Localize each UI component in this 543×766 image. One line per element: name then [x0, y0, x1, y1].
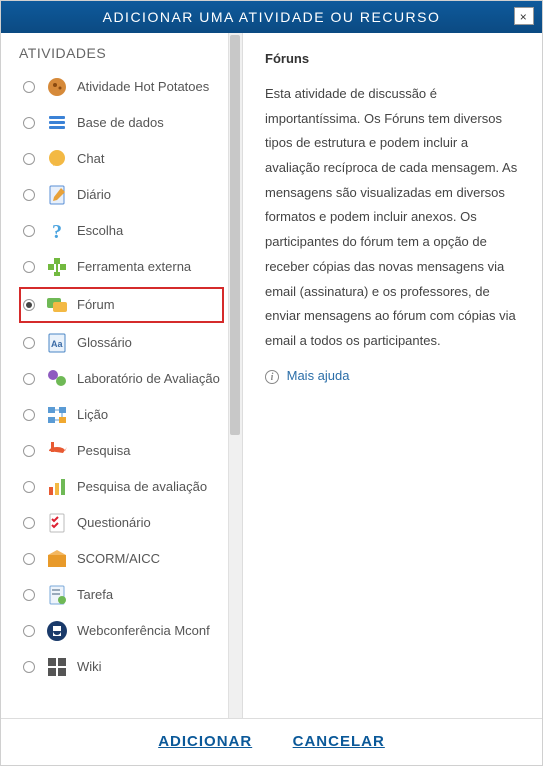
activity-label: SCORM/AICC — [77, 551, 160, 567]
radio-glossary[interactable] — [23, 337, 35, 349]
wiki-icon — [45, 655, 69, 679]
scrollbar-track[interactable] — [228, 33, 242, 718]
radio-assign[interactable] — [23, 589, 35, 601]
feedback-icon — [45, 475, 69, 499]
activity-label: Atividade Hot Potatoes — [77, 79, 209, 95]
radio-hotpotatoes[interactable] — [23, 81, 35, 93]
radio-chat[interactable] — [23, 153, 35, 165]
activity-label: Webconferência Mconf — [77, 623, 210, 639]
activity-label: Pesquisa — [77, 443, 130, 459]
database-icon — [45, 111, 69, 135]
close-icon: × — [520, 10, 529, 24]
radio-quiz[interactable] — [23, 517, 35, 529]
activity-item-mconf[interactable]: Webconferência Mconf — [19, 613, 224, 649]
activity-item-lti[interactable]: Ferramenta externa — [19, 249, 224, 285]
radio-database[interactable] — [23, 117, 35, 129]
radio-wiki[interactable] — [23, 661, 35, 673]
activity-label: Ferramenta externa — [77, 259, 191, 275]
scorm-icon — [45, 547, 69, 571]
dialog-footer: ADICIONAR CANCELAR — [1, 718, 542, 765]
activity-item-assign[interactable]: Tarefa — [19, 577, 224, 613]
activity-label: Escolha — [77, 223, 123, 239]
activity-list-panel: ATIVIDADES Atividade Hot Potatoes Base de… — [1, 33, 243, 718]
radio-workshop[interactable] — [23, 373, 35, 385]
activity-item-wiki[interactable]: Wiki — [19, 649, 224, 685]
radio-feedback[interactable] — [23, 481, 35, 493]
activity-item-hotpotatoes[interactable]: Atividade Hot Potatoes — [19, 69, 224, 105]
activity-list: Atividade Hot Potatoes Base de dados Chat D… — [19, 69, 224, 685]
activity-item-feedback[interactable]: Pesquisa de avaliação — [19, 469, 224, 505]
radio-forum[interactable] — [23, 299, 35, 311]
description-panel: Fóruns Esta atividade de discussão é imp… — [243, 33, 542, 718]
activity-item-forum[interactable]: Fórum — [19, 287, 224, 323]
activity-item-choice[interactable]: ? Escolha — [19, 213, 224, 249]
scrollbar-thumb[interactable] — [230, 35, 240, 435]
activity-label: Glossário — [77, 335, 132, 351]
description-title: Fóruns — [265, 51, 518, 66]
mconf-icon — [45, 619, 69, 643]
radio-mconf[interactable] — [23, 625, 35, 637]
radio-choice[interactable] — [23, 225, 35, 237]
activity-label: Laboratório de Avaliação — [77, 371, 220, 387]
activity-item-lesson[interactable]: Lição — [19, 397, 224, 433]
chat-icon — [45, 147, 69, 171]
activity-label: Pesquisa de avaliação — [77, 479, 207, 495]
activity-item-glossary[interactable]: Aa Glossário — [19, 325, 224, 361]
activity-item-survey[interactable]: Pesquisa — [19, 433, 224, 469]
activity-item-scorm[interactable]: SCORM/AICC — [19, 541, 224, 577]
activity-label: Diário — [77, 187, 111, 203]
activity-label: Base de dados — [77, 115, 164, 131]
glossary-icon: Aa — [45, 331, 69, 355]
dialog-title: ADICIONAR UMA ATIVIDADE OU RECURSO — [103, 9, 441, 25]
dialog-header: ADICIONAR UMA ATIVIDADE OU RECURSO × — [1, 1, 542, 33]
add-button[interactable]: ADICIONAR — [158, 733, 252, 750]
lti-icon — [45, 255, 69, 279]
more-help-link[interactable]: Mais ajuda — [287, 368, 350, 383]
activity-label: Wiki — [77, 659, 102, 675]
activity-item-quiz[interactable]: Questionário — [19, 505, 224, 541]
activity-label: Tarefa — [77, 587, 113, 603]
hotpotatoes-icon — [45, 75, 69, 99]
help-link-row: i Mais ajuda — [265, 368, 518, 384]
radio-survey[interactable] — [23, 445, 35, 457]
radio-diary[interactable] — [23, 189, 35, 201]
activity-label: Lição — [77, 407, 108, 423]
activity-item-database[interactable]: Base de dados — [19, 105, 224, 141]
activity-chooser-dialog: ADICIONAR UMA ATIVIDADE OU RECURSO × ATI… — [0, 0, 543, 766]
cancel-button[interactable]: CANCELAR — [293, 733, 385, 750]
dialog-body: ATIVIDADES Atividade Hot Potatoes Base de… — [1, 33, 542, 718]
svg-text:?: ? — [52, 221, 62, 243]
close-button[interactable]: × — [514, 7, 534, 25]
lesson-icon — [45, 403, 69, 427]
radio-scorm[interactable] — [23, 553, 35, 565]
activity-item-diary[interactable]: Diário — [19, 177, 224, 213]
workshop-icon — [45, 367, 69, 391]
description-text: Esta atividade de discussão é importantí… — [265, 82, 518, 354]
radio-lti[interactable] — [23, 261, 35, 273]
svg-text:Aa: Aa — [51, 339, 63, 349]
choice-icon: ? — [45, 219, 69, 243]
diary-icon — [45, 183, 69, 207]
activity-label: Fórum — [77, 297, 115, 313]
info-icon: i — [265, 370, 279, 384]
assign-icon — [45, 583, 69, 607]
forum-icon — [45, 293, 69, 317]
activity-label: Questionário — [77, 515, 151, 531]
activity-item-chat[interactable]: Chat — [19, 141, 224, 177]
survey-icon — [45, 439, 69, 463]
activity-item-workshop[interactable]: Laboratório de Avaliação — [19, 361, 224, 397]
radio-lesson[interactable] — [23, 409, 35, 421]
quiz-icon — [45, 511, 69, 535]
activity-label: Chat — [77, 151, 104, 167]
activities-heading: ATIVIDADES — [19, 45, 238, 61]
